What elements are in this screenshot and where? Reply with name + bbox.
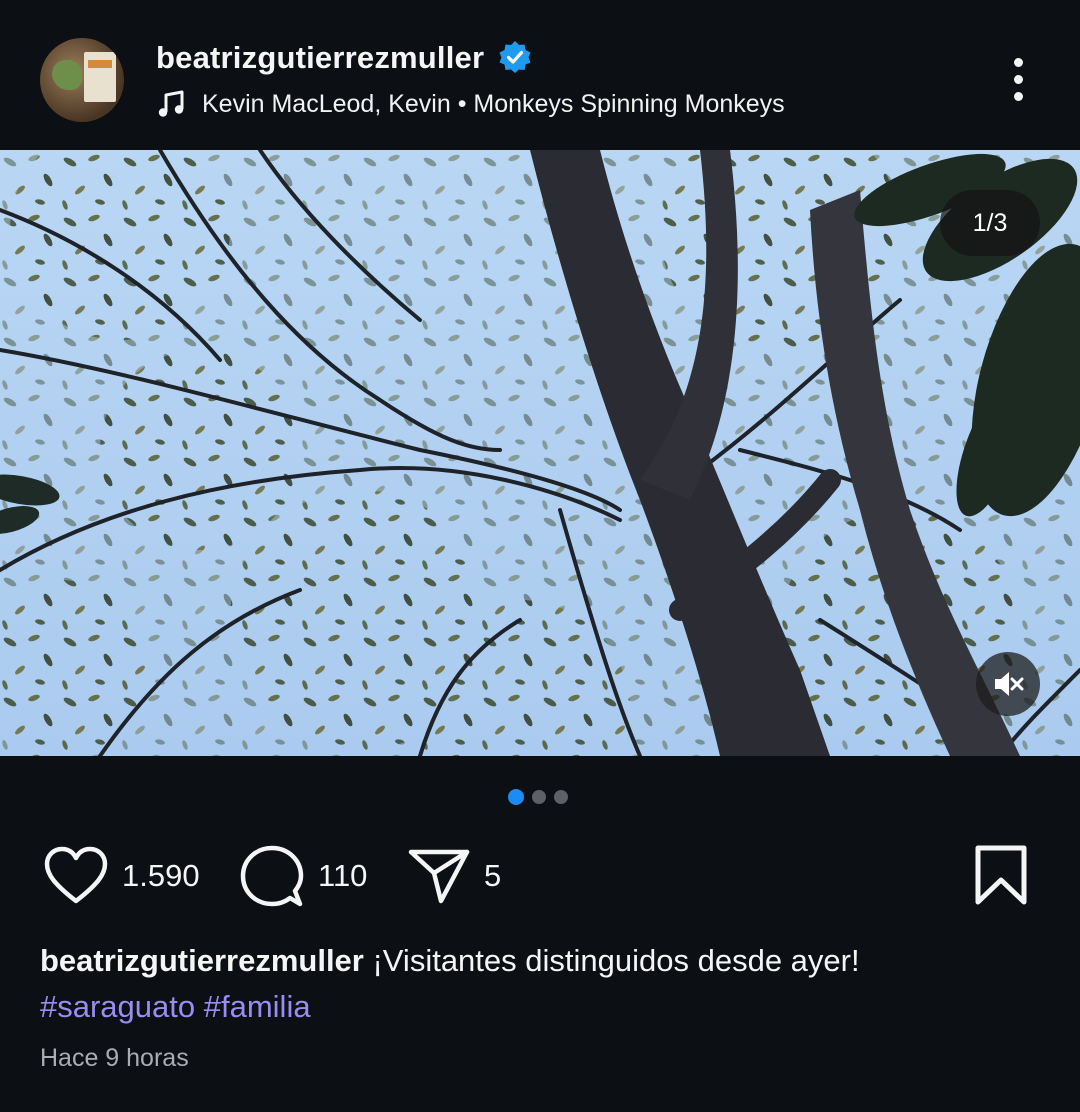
heart-icon	[44, 846, 108, 904]
comment-icon	[240, 845, 304, 907]
avatar-book	[84, 52, 116, 102]
hashtag-link[interactable]: #familia	[204, 989, 311, 1024]
music-note-icon	[158, 90, 184, 117]
avatar-plant	[52, 60, 82, 90]
tree-photo	[0, 150, 1080, 756]
avatar[interactable]	[40, 38, 124, 122]
comment-button[interactable]: 110	[240, 840, 367, 912]
music-row[interactable]: Kevin MacLeod, Kevin • Monkeys Spinning …	[156, 86, 785, 122]
more-options-icon[interactable]	[1002, 56, 1036, 104]
caption-text: ¡Visitantes distinguidos desde ayer!	[363, 943, 860, 978]
like-button[interactable]: 1.590	[44, 840, 200, 912]
caption-username[interactable]: beatrizgutierrezmuller	[40, 943, 364, 978]
mute-button[interactable]	[976, 652, 1040, 716]
post-media[interactable]	[0, 150, 1080, 756]
comment-count[interactable]: 110	[318, 858, 367, 894]
music-label: Kevin MacLeod, Kevin • Monkeys Spinning …	[202, 89, 785, 118]
action-bar: 1.590 110 5	[0, 840, 1080, 912]
carousel-indicator	[508, 789, 568, 805]
media-counter: 1/3	[940, 190, 1040, 256]
speaker-muted-icon	[995, 672, 1024, 696]
post-header: beatrizgutierrezmuller Kevin MacLeod, Ke…	[0, 0, 1080, 150]
carousel-dot-2	[532, 790, 546, 804]
like-count[interactable]: 1.590	[122, 858, 200, 894]
carousel-dot-3	[554, 790, 568, 804]
post-timestamp: Hace 9 horas	[40, 1044, 189, 1072]
post-username[interactable]: beatrizgutierrezmuller	[156, 40, 484, 76]
share-count: 5	[484, 858, 502, 893]
bookmark-icon[interactable]	[972, 844, 1030, 906]
carousel-dot-1	[508, 789, 524, 805]
hashtag-link[interactable]: #saraguato	[40, 989, 195, 1024]
post-caption: beatrizgutierrezmuller ¡Visitantes disti…	[40, 938, 1050, 1030]
share-button[interactable]: 5	[408, 840, 501, 912]
share-icon	[408, 849, 470, 904]
verified-badge-icon	[499, 41, 531, 73]
